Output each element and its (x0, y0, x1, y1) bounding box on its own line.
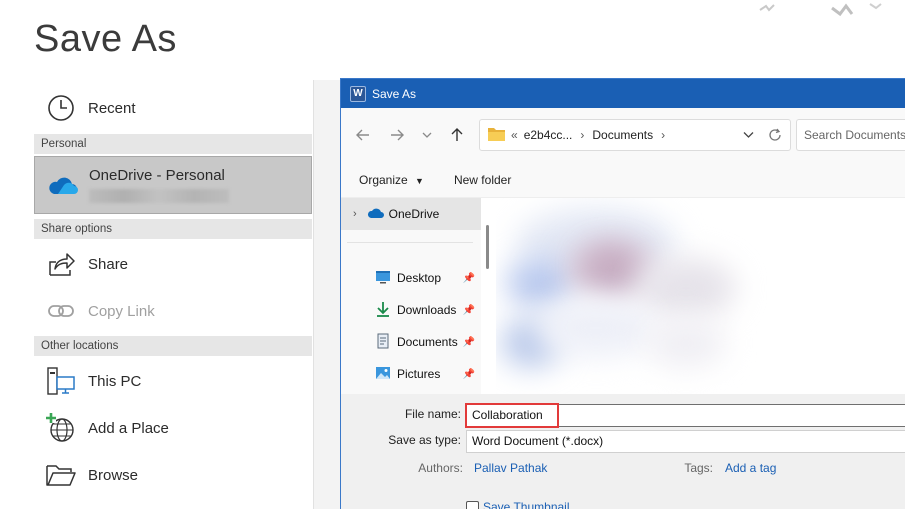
onedrive-personal-label: OneDrive - Personal (89, 167, 225, 184)
dialog-title: Save As (372, 86, 417, 101)
forward-arrow-icon[interactable] (385, 123, 409, 147)
pin-icon[interactable]: 📌 (463, 337, 475, 348)
share-label: Share (88, 255, 129, 273)
this-pc-item[interactable]: This PC (34, 359, 312, 403)
copy-link-item[interactable]: Copy Link (34, 289, 312, 333)
organize-label: Organize (359, 172, 408, 187)
breadcrumb-overflow[interactable]: « (511, 128, 518, 142)
organize-button[interactable]: Organize ▼ (359, 173, 424, 187)
add-tag-link[interactable]: Add a tag (725, 461, 776, 475)
copy-link-label: Copy Link (88, 302, 155, 320)
blurred-content (536, 298, 656, 358)
globe-plus-icon (38, 408, 84, 448)
breadcrumb-folder1[interactable]: e2b4cc... (524, 128, 573, 142)
nav-item-documents[interactable]: Documents 📌 (341, 326, 481, 358)
save-as-dialog: W Save As « e2b4cc... › Documents › Sear… (340, 78, 905, 509)
recent-item[interactable]: Recent (34, 86, 312, 130)
nav-item-downloads[interactable]: Downloads 📌 (341, 294, 481, 326)
word-app-icon: W (350, 85, 366, 102)
authors-value[interactable]: Pallav Pathak (474, 461, 547, 475)
folder-icon (488, 127, 505, 144)
nav-documents-label: Documents (397, 335, 458, 349)
refresh-icon[interactable] (768, 128, 782, 145)
browse-item[interactable]: Browse (34, 453, 312, 497)
expand-chevron-icon[interactable]: › (353, 208, 357, 220)
onedrive-cloud-icon (367, 207, 385, 222)
nav-onedrive-label: OneDrive (388, 207, 440, 221)
navigation-pane-scrollbar[interactable] (486, 225, 489, 269)
backstage-divider (313, 80, 314, 509)
computer-icon (38, 361, 84, 401)
tags-label: Tags: (684, 461, 713, 475)
authors-label: Authors: (418, 461, 463, 475)
nav-separator (347, 242, 473, 243)
file-name-label: File name: (404, 407, 461, 421)
browse-label: Browse (88, 466, 139, 484)
decorative-birds-icon (759, 3, 882, 17)
pin-icon[interactable]: 📌 (463, 369, 475, 380)
save-thumbnail-label[interactable]: Save Thumbnail (483, 500, 570, 509)
breadcrumb-folder2[interactable]: Documents (592, 128, 653, 142)
nav-item-onedrive[interactable]: › OneDrive (341, 198, 481, 230)
address-dropdown-chevron-icon[interactable] (743, 129, 754, 143)
search-input[interactable]: Search Documents (796, 119, 905, 151)
file-list-area[interactable] (496, 198, 905, 394)
up-arrow-icon[interactable] (445, 123, 469, 147)
dialog-toolbar: Organize ▼ New folder (341, 162, 905, 198)
folder-open-icon (38, 455, 84, 495)
clock-icon (38, 88, 84, 128)
this-pc-label: This PC (88, 372, 142, 390)
blurred-content (586, 248, 636, 288)
section-personal: Personal (34, 134, 312, 154)
download-arrow-icon (375, 301, 391, 320)
nav-pictures-label: Pictures (397, 367, 441, 381)
add-place-item[interactable]: Add a Place (34, 406, 312, 450)
save-thumbnail-checkbox[interactable] (466, 501, 479, 509)
save-as-type-label: Save as type: (388, 433, 461, 447)
navigation-pane: › OneDrive Desktop 📌 Downloads 📌 Documen… (341, 198, 481, 394)
breadcrumb-separator-end[interactable]: › (661, 128, 665, 142)
pin-icon[interactable]: 📌 (463, 305, 475, 316)
breadcrumb-separator: › (580, 128, 585, 142)
page-title: Save As (34, 18, 177, 60)
pin-icon[interactable]: 📌 (463, 273, 475, 284)
dialog-titlebar[interactable]: W Save As (341, 79, 905, 108)
recent-locations-chevron-icon[interactable] (415, 123, 439, 147)
blurred-content (636, 258, 736, 318)
save-as-type-select[interactable]: Word Document (*.docx) (466, 430, 905, 453)
nav-desktop-label: Desktop (397, 271, 442, 285)
blurred-content (646, 318, 726, 368)
save-form: File name: Collaboration Save as type: W… (341, 394, 905, 509)
nav-item-pictures[interactable]: Pictures 📌 (341, 358, 481, 390)
onedrive-personal-item[interactable]: OneDrive - Personal (34, 156, 312, 214)
organize-dropdown-icon: ▼ (415, 175, 424, 186)
section-share-options: Share options (34, 219, 312, 239)
recent-label: Recent (88, 99, 136, 117)
address-bar[interactable]: « e2b4cc... › Documents › (479, 119, 791, 151)
nav-downloads-label: Downloads (397, 303, 457, 317)
navigation-bar: « e2b4cc... › Documents › Search Documen… (341, 108, 905, 162)
back-arrow-icon[interactable] (351, 123, 375, 147)
add-place-label: Add a Place (88, 419, 169, 437)
file-name-input[interactable]: Collaboration (466, 404, 905, 427)
redacted-email (89, 189, 229, 203)
onedrive-cloud-icon (39, 165, 85, 205)
link-icon (38, 291, 84, 331)
document-icon (375, 333, 391, 352)
share-icon (38, 244, 84, 284)
desktop-icon (375, 270, 391, 287)
section-other-locations: Other locations (34, 336, 312, 356)
pictures-icon (375, 366, 391, 383)
nav-item-desktop[interactable]: Desktop 📌 (341, 262, 481, 294)
new-folder-button[interactable]: New folder (454, 173, 511, 187)
share-item[interactable]: Share (34, 242, 312, 286)
